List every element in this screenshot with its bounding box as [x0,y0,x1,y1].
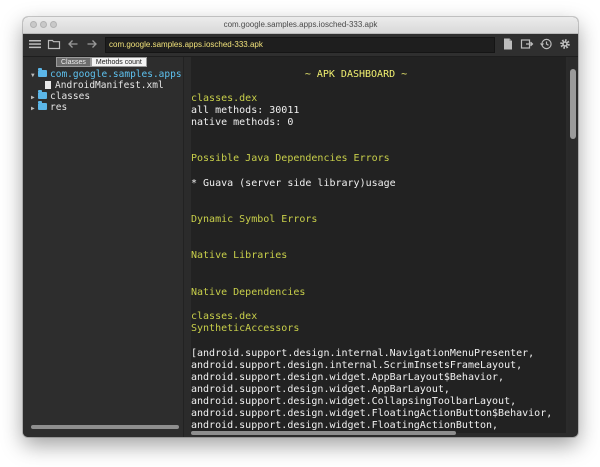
folder-icon [38,68,47,77]
sidebar-tab-switch: Classes Methods count [56,57,147,67]
dashboard-header: ~ APK DASHBOARD ~ [304,69,408,80]
dynamic-symbol-errors-heading: Dynamic Symbol Errors [191,214,318,225]
native-libraries-heading: Native Libraries [191,250,288,261]
document-icon[interactable] [501,37,515,51]
dex-name: classes.dex [191,93,258,104]
app-window: com.google.samples.apps.iosched-333.apk … [23,17,578,437]
dashboard-panel: ~ APK DASHBOARD ~ classes.dex all method… [191,57,566,433]
synthetic-accessor-line: android.support.design.widget.FloatingAc… [191,408,553,419]
menu-icon[interactable] [28,37,42,51]
tab-methods-count[interactable]: Methods count [90,57,147,67]
tree-item-root-package[interactable]: ▼ com.google.samples.apps [31,68,182,80]
synthetic-accessor-line: android.support.design.widget.Collapsing… [191,396,517,407]
forward-arrow-icon[interactable] [85,37,99,51]
file-tree-sidebar: Classes Methods count ▼ com.google.samples… [23,57,184,437]
close-window-button[interactable] [30,21,37,28]
dependency-error-item: * Guava (server side library)usage [191,178,396,189]
toolbar: com.google.samples.apps.iosched-333.apk [23,34,578,57]
title-bar: com.google.samples.apps.iosched-333.apk [23,17,578,34]
native-dependencies-heading: Native Dependencies [191,287,306,298]
tree-item-manifest[interactable]: AndroidManifest.xml [31,80,182,91]
window-title: com.google.samples.apps.iosched-333.apk [223,20,378,29]
export-icon[interactable] [520,37,534,51]
settings-gear-icon[interactable] [558,37,572,51]
folder-icon [38,101,47,110]
file-icon [45,81,51,89]
collapsed-chevron-icon[interactable]: ▶ [31,103,38,114]
content-horizontal-scrollbar[interactable] [191,431,456,435]
apk-path-field[interactable]: com.google.samples.apps.iosched-333.apk [105,37,495,53]
native-methods-count: native methods: 0 [191,117,294,128]
dependency-errors-heading: Possible Java Dependencies Errors [191,153,390,164]
tree-item-label: res [50,102,68,113]
synthetic-accessor-line: android.support.design.widget.AppBarLayo… [191,372,505,383]
tree-item-label: classes [50,91,91,102]
zoom-window-button[interactable] [50,21,57,28]
synthetic-accessor-line: [android.support.design.internal.Navigat… [191,348,535,359]
tree-item-res[interactable]: ▶ res [31,101,182,114]
open-folder-icon[interactable] [47,37,61,51]
file-tree: ▼ com.google.samples.apps AndroidManifest… [31,68,182,114]
synthetic-accessors-heading: SyntheticAccessors [191,323,300,334]
all-methods-count: all methods: 30011 [191,105,300,116]
folder-icon [38,90,47,99]
synthetic-accessor-line: android.support.design.widget.AppBarLayo… [191,384,450,395]
history-icon[interactable] [539,37,553,51]
sidebar-horizontal-scrollbar[interactable] [31,425,179,429]
back-arrow-icon[interactable] [66,37,80,51]
vertical-scrollbar-thumb[interactable] [570,69,576,139]
synthetic-accessor-line: android.support.design.internal.ScrimIns… [191,360,523,371]
minimize-window-button[interactable] [40,21,47,28]
tab-classes[interactable]: Classes [56,57,91,67]
tree-item-classes[interactable]: ▶ classes [31,90,182,102]
tree-item-label: com.google.samples.apps [50,69,182,80]
tree-item-label: AndroidManifest.xml [55,80,164,91]
native-deps-dex-name: classes.dex [191,311,258,322]
